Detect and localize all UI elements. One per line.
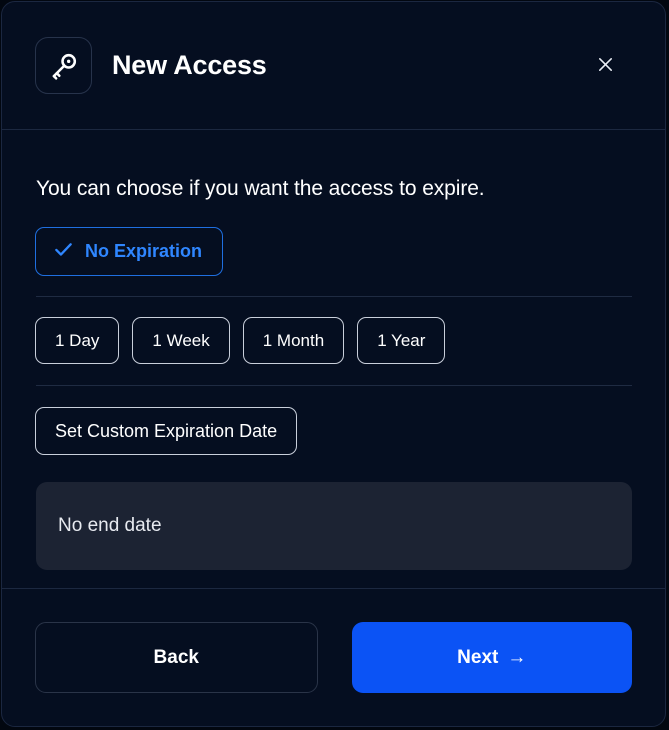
close-button[interactable] bbox=[591, 52, 619, 80]
back-button-label: Back bbox=[153, 646, 199, 668]
modal-body: You can choose if you want the access to… bbox=[2, 130, 665, 588]
end-date-display[interactable]: No end date bbox=[36, 482, 632, 570]
set-custom-expiration-date-button[interactable]: Set Custom Expiration Date bbox=[35, 407, 298, 455]
divider-top bbox=[36, 296, 632, 297]
option-1-month[interactable]: 1 Month bbox=[242, 317, 345, 364]
option-no-expiration-label: No Expiration bbox=[85, 241, 203, 261]
option-no-expiration[interactable]: No Expiration bbox=[35, 227, 224, 276]
page-title: New Access bbox=[112, 50, 267, 80]
option-1-week[interactable]: 1 Week bbox=[132, 317, 230, 364]
lead-text: You can choose if you want the access to… bbox=[36, 177, 485, 200]
divider-bottom bbox=[36, 385, 632, 386]
back-button[interactable]: Back bbox=[35, 622, 318, 693]
no-expiration-row: No Expiration bbox=[35, 227, 632, 276]
next-button-label: Next bbox=[457, 646, 499, 668]
arrow-right-icon: → bbox=[507, 647, 527, 668]
new-access-modal: New Access You can choose if you want th… bbox=[1, 1, 666, 727]
option-1-day[interactable]: 1 Day bbox=[35, 317, 120, 364]
option-1-year[interactable]: 1 Year bbox=[357, 317, 446, 364]
end-date-value: No end date bbox=[58, 515, 162, 536]
key-icon bbox=[35, 37, 92, 94]
modal-footer: Back Next → bbox=[2, 588, 665, 726]
duration-options-row: 1 Day 1 Week 1 Month 1 Year bbox=[35, 317, 632, 364]
modal-header: New Access bbox=[2, 2, 665, 130]
next-button[interactable]: Next → bbox=[351, 622, 632, 693]
close-icon bbox=[596, 55, 615, 77]
custom-date-row: Set Custom Expiration Date bbox=[35, 407, 632, 455]
check-icon bbox=[53, 239, 74, 265]
